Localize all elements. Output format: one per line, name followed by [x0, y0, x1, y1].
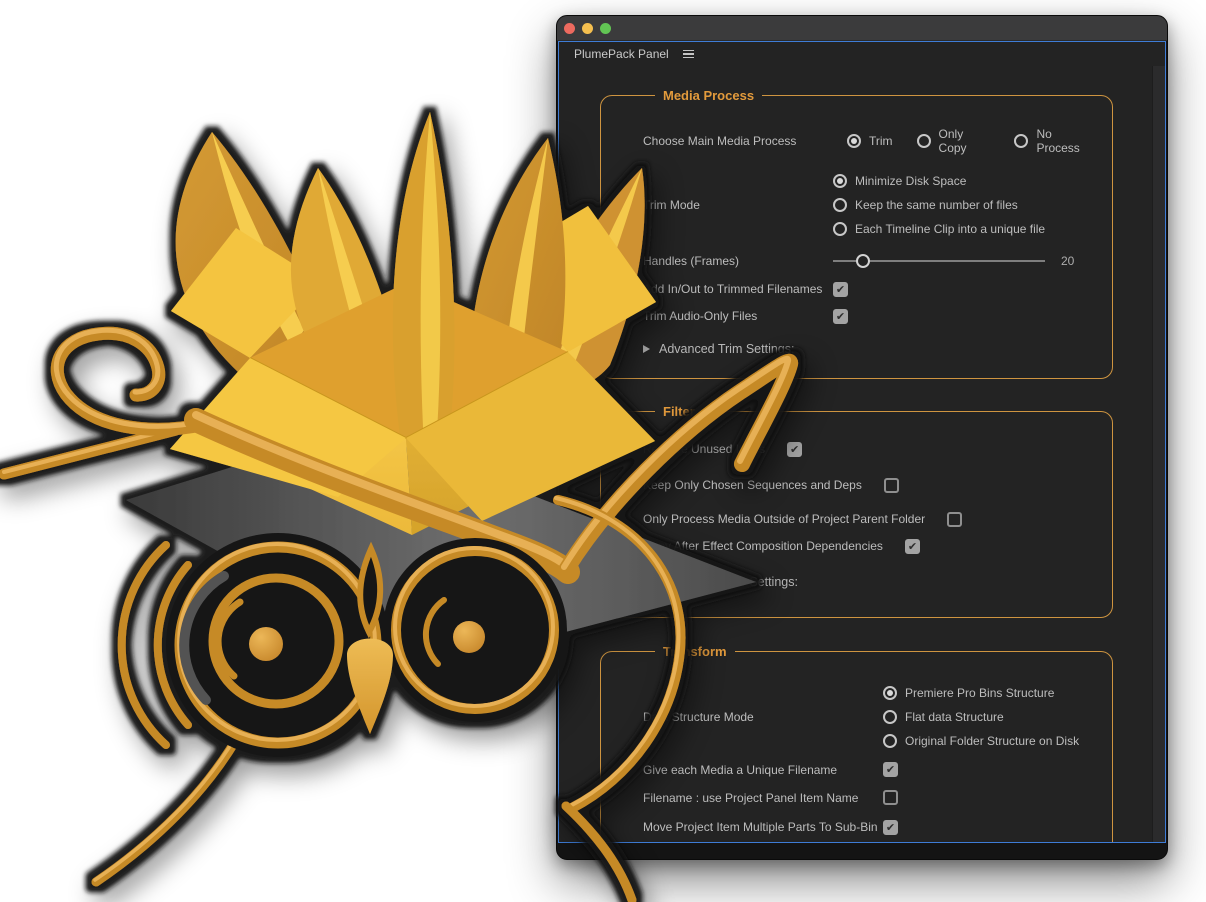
checkbox-keep-chosen-sequences[interactable]	[884, 478, 899, 493]
advanced-filter-toggle[interactable]: Advanced Filter Settings:	[643, 575, 1094, 589]
section-media-process: Media Process Choose Main Media Process …	[600, 88, 1113, 379]
radio-icon[interactable]	[1014, 134, 1028, 148]
titlebar[interactable]	[557, 16, 1167, 41]
field-label: Data Structure Mode	[643, 708, 883, 726]
field-label: Move Project Item Multiple Parts To Sub-…	[643, 818, 883, 836]
plumepack-panel: PlumePack Panel Media Process Choose Mai…	[558, 41, 1166, 843]
field-label: Handles (Frames)	[643, 252, 833, 270]
minimize-button[interactable]	[582, 23, 593, 34]
radio-icon[interactable]	[833, 174, 847, 188]
checkbox-copy-ae-deps[interactable]	[905, 539, 920, 554]
checkbox-only-outside-parent[interactable]	[947, 512, 962, 527]
field-label: Copy After Effect Composition Dependenci…	[643, 537, 883, 555]
panel-menu-icon[interactable]	[683, 50, 694, 59]
section-transform: Transform Data Structure Mode Premiere P…	[600, 644, 1113, 842]
main-process-radio-group: Trim Only Copy No Process	[847, 127, 1094, 155]
section-title-media-process: Media Process	[655, 88, 762, 103]
field-label: Give each Media a Unique Filename	[643, 761, 883, 779]
row-handles: Handles (Frames) 20	[643, 252, 1094, 270]
radio-icon[interactable]	[883, 710, 897, 724]
checkbox-trim-audio-only[interactable]	[833, 309, 848, 324]
field-label: Trim Audio-Only Files	[643, 307, 833, 325]
screenshot-stage: { "colors": { "accent_orange": "#E29A3C"…	[0, 0, 1206, 902]
field-label: Add In/Out to Trimmed Filenames	[643, 280, 833, 298]
row-trim-mode: Trim Mode Minimize Disk Space Keep the s…	[643, 171, 1094, 238]
section-filter: Filter Remove Unused Items Keep Only Cho…	[600, 404, 1113, 618]
radio-option-minimize-disk-space[interactable]: Minimize Disk Space	[833, 171, 1045, 190]
row-trim-audio: Trim Audio-Only Files	[643, 307, 1094, 325]
radio-option-no-process[interactable]: No Process	[1014, 127, 1094, 155]
scrollbar-track[interactable]	[1152, 66, 1165, 842]
row-keep-chosen: Keep Only Chosen Sequences and Deps	[643, 477, 1094, 493]
section-title-transform: Transform	[655, 644, 735, 659]
field-label: Filename : use Project Panel Item Name	[643, 789, 883, 807]
radio-icon[interactable]	[833, 222, 847, 236]
radio-option-trim[interactable]: Trim	[847, 127, 893, 155]
app-window: PlumePack Panel Media Process Choose Mai…	[556, 15, 1168, 860]
radio-option-only-copy[interactable]: Only Copy	[917, 127, 991, 155]
close-button[interactable]	[564, 23, 575, 34]
zoom-button[interactable]	[600, 23, 611, 34]
advanced-trim-toggle[interactable]: Advanced Trim Settings:	[643, 342, 1094, 356]
checkbox-remove-unused[interactable]	[787, 442, 802, 457]
handles-value: 20	[1061, 254, 1074, 268]
slider-knob[interactable]	[856, 254, 870, 268]
radio-option-premiere-bins[interactable]: Premiere Pro Bins Structure	[883, 683, 1079, 702]
field-label: Choose Main Media Process	[643, 132, 833, 150]
checkbox-unique-filename[interactable]	[883, 762, 898, 777]
data-structure-radio-group: Premiere Pro Bins Structure Flat data St…	[883, 683, 1079, 750]
row-remove-unused: Remove Unused Items	[643, 441, 1094, 457]
panel-tab[interactable]: PlumePack Panel	[574, 47, 669, 61]
radio-icon[interactable]	[883, 734, 897, 748]
row-main-process: Choose Main Media Process Trim Only Copy	[643, 127, 1094, 155]
row-data-structure: Data Structure Mode Premiere Pro Bins St…	[643, 683, 1094, 750]
field-label: Trim Mode	[643, 196, 833, 214]
panel-scroll-content: Media Process Choose Main Media Process …	[559, 66, 1152, 842]
checkbox-add-inout[interactable]	[833, 282, 848, 297]
row-unique-filename: Give each Media a Unique Filename	[643, 762, 1094, 777]
field-label: Keep Only Chosen Sequences and Deps	[643, 476, 862, 494]
radio-option-flat-structure[interactable]: Flat data Structure	[883, 707, 1079, 726]
field-label: Remove Unused Items	[643, 440, 765, 458]
handles-slider[interactable]	[833, 253, 1045, 269]
disclosure-triangle-icon	[643, 345, 650, 353]
radio-option-keep-same-number[interactable]: Keep the same number of files	[833, 195, 1045, 214]
field-label: Only Process Media Outside of Project Pa…	[643, 510, 925, 528]
row-use-panel-item-name: Filename : use Project Panel Item Name	[643, 790, 1094, 805]
row-multiple-parts-subbin: Move Project Item Multiple Parts To Sub-…	[643, 818, 1094, 836]
radio-icon[interactable]	[917, 134, 931, 148]
section-title-filter: Filter	[655, 404, 703, 419]
trim-mode-radio-group: Minimize Disk Space Keep the same number…	[833, 171, 1045, 238]
radio-option-each-clip-unique[interactable]: Each Timeline Clip into a unique file	[833, 219, 1045, 238]
checkbox-use-panel-item-name[interactable]	[883, 790, 898, 805]
row-copy-ae: Copy After Effect Composition Dependenci…	[643, 538, 1094, 554]
panel-tab-bar: PlumePack Panel	[559, 42, 1165, 66]
row-add-inout: Add In/Out to Trimmed Filenames	[643, 280, 1094, 298]
checkbox-multiple-parts-subbin[interactable]	[883, 820, 898, 835]
row-only-outside: Only Process Media Outside of Project Pa…	[643, 511, 1094, 527]
radio-icon[interactable]	[833, 198, 847, 212]
radio-icon[interactable]	[847, 134, 861, 148]
radio-option-original-folder[interactable]: Original Folder Structure on Disk	[883, 731, 1079, 750]
disclosure-triangle-icon	[643, 578, 650, 586]
radio-icon[interactable]	[883, 686, 897, 700]
